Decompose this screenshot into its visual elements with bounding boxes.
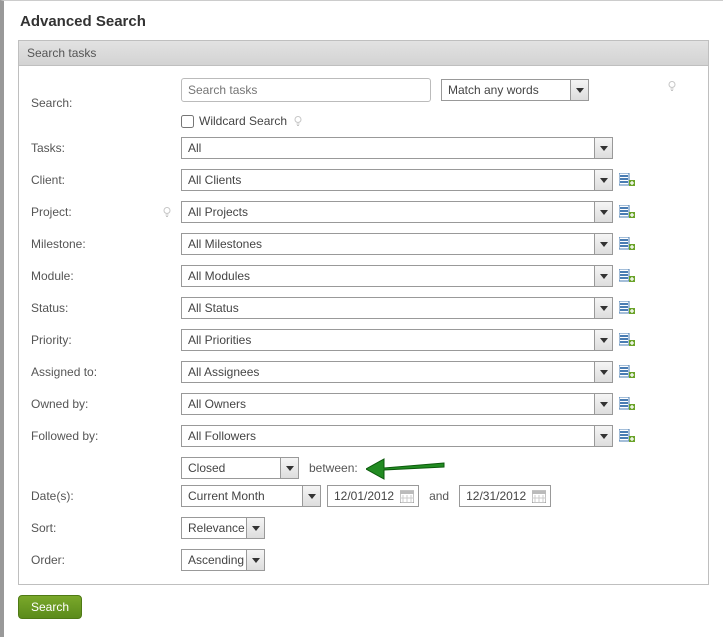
dates-label: Date(s): — [31, 489, 181, 503]
multi-select-icon[interactable] — [619, 205, 635, 219]
chevron-down-icon — [594, 234, 612, 254]
chevron-down-icon — [594, 362, 612, 382]
chevron-down-icon — [246, 518, 264, 538]
chevron-down-icon — [280, 458, 298, 478]
chevron-down-icon — [594, 138, 612, 158]
chevron-down-icon — [594, 266, 612, 286]
date-operator-label: between: — [309, 461, 358, 475]
date-and-label: and — [429, 489, 449, 503]
client-label: Client: — [31, 173, 181, 187]
module-value: All Modules — [188, 269, 250, 283]
project-value: All Projects — [188, 205, 248, 219]
multi-select-icon[interactable] — [619, 365, 635, 379]
order-label: Order: — [31, 553, 181, 567]
assigned-select[interactable]: All Assignees — [181, 361, 613, 383]
date-range-select[interactable]: Current Month — [181, 485, 321, 507]
help-bulb-icon[interactable] — [292, 115, 304, 127]
date-from-value: 12/01/2012 — [334, 489, 394, 503]
owned-select[interactable]: All Owners — [181, 393, 613, 415]
owned-label: Owned by: — [31, 397, 181, 411]
multi-select-icon[interactable] — [619, 397, 635, 411]
chevron-down-icon — [246, 550, 264, 570]
status-value: All Status — [188, 301, 239, 315]
module-select[interactable]: All Modules — [181, 265, 613, 287]
search-input[interactable] — [181, 78, 431, 102]
wildcard-label: Wildcard Search — [199, 114, 287, 128]
chevron-down-icon — [570, 80, 588, 100]
tasks-label: Tasks: — [31, 141, 181, 155]
page-title: Advanced Search — [20, 13, 709, 30]
followed-label: Followed by: — [31, 429, 181, 443]
chevron-down-icon — [302, 486, 320, 506]
multi-select-icon[interactable] — [619, 269, 635, 283]
date-to-value: 12/31/2012 — [466, 489, 526, 503]
multi-select-icon[interactable] — [619, 173, 635, 187]
chevron-down-icon — [594, 170, 612, 190]
search-label: Search: — [31, 96, 181, 110]
module-label: Module: — [31, 269, 181, 283]
assigned-label: Assigned to: — [31, 365, 181, 379]
assigned-value: All Assignees — [188, 365, 259, 379]
milestone-select[interactable]: All Milestones — [181, 233, 613, 255]
match-mode-select[interactable]: Match any words — [441, 79, 589, 101]
project-label: Project: — [31, 205, 72, 219]
calendar-icon — [532, 490, 546, 503]
tasks-value: All — [188, 141, 201, 155]
milestone-value: All Milestones — [188, 237, 262, 251]
followed-select[interactable]: All Followers — [181, 425, 613, 447]
order-value: Ascending — [188, 553, 244, 567]
match-mode-value: Match any words — [448, 83, 539, 97]
priority-label: Priority: — [31, 333, 181, 347]
sort-select[interactable]: Relevance — [181, 517, 265, 539]
chevron-down-icon — [594, 298, 612, 318]
status-label: Status: — [31, 301, 181, 315]
followed-value: All Followers — [188, 429, 256, 443]
multi-select-icon[interactable] — [619, 237, 635, 251]
annotation-arrow-icon — [366, 453, 446, 481]
chevron-down-icon — [594, 202, 612, 222]
client-value: All Clients — [188, 173, 241, 187]
search-button[interactable]: Search — [18, 595, 82, 619]
sort-label: Sort: — [31, 521, 181, 535]
date-field-select[interactable]: Closed — [181, 457, 299, 479]
multi-select-icon[interactable] — [619, 429, 635, 443]
date-from-input[interactable]: 12/01/2012 — [327, 485, 419, 507]
multi-select-icon[interactable] — [619, 333, 635, 347]
multi-select-icon[interactable] — [619, 301, 635, 315]
date-field-value: Closed — [188, 461, 225, 475]
owned-value: All Owners — [188, 397, 246, 411]
chevron-down-icon — [594, 394, 612, 414]
help-bulb-icon[interactable] — [161, 206, 173, 218]
chevron-down-icon — [594, 426, 612, 446]
sort-value: Relevance — [188, 521, 245, 535]
priority-select[interactable]: All Priorities — [181, 329, 613, 351]
chevron-down-icon — [594, 330, 612, 350]
calendar-icon — [400, 490, 414, 503]
date-range-value: Current Month — [188, 489, 265, 503]
search-panel: Search tasks Search: Match any words — [18, 40, 709, 585]
priority-value: All Priorities — [188, 333, 251, 347]
client-select[interactable]: All Clients — [181, 169, 613, 191]
milestone-label: Milestone: — [31, 237, 181, 251]
date-to-input[interactable]: 12/31/2012 — [459, 485, 551, 507]
project-select[interactable]: All Projects — [181, 201, 613, 223]
status-select[interactable]: All Status — [181, 297, 613, 319]
wildcard-checkbox[interactable] — [181, 115, 194, 128]
tasks-select[interactable]: All — [181, 137, 613, 159]
order-select[interactable]: Ascending — [181, 549, 265, 571]
panel-header: Search tasks — [19, 41, 708, 66]
